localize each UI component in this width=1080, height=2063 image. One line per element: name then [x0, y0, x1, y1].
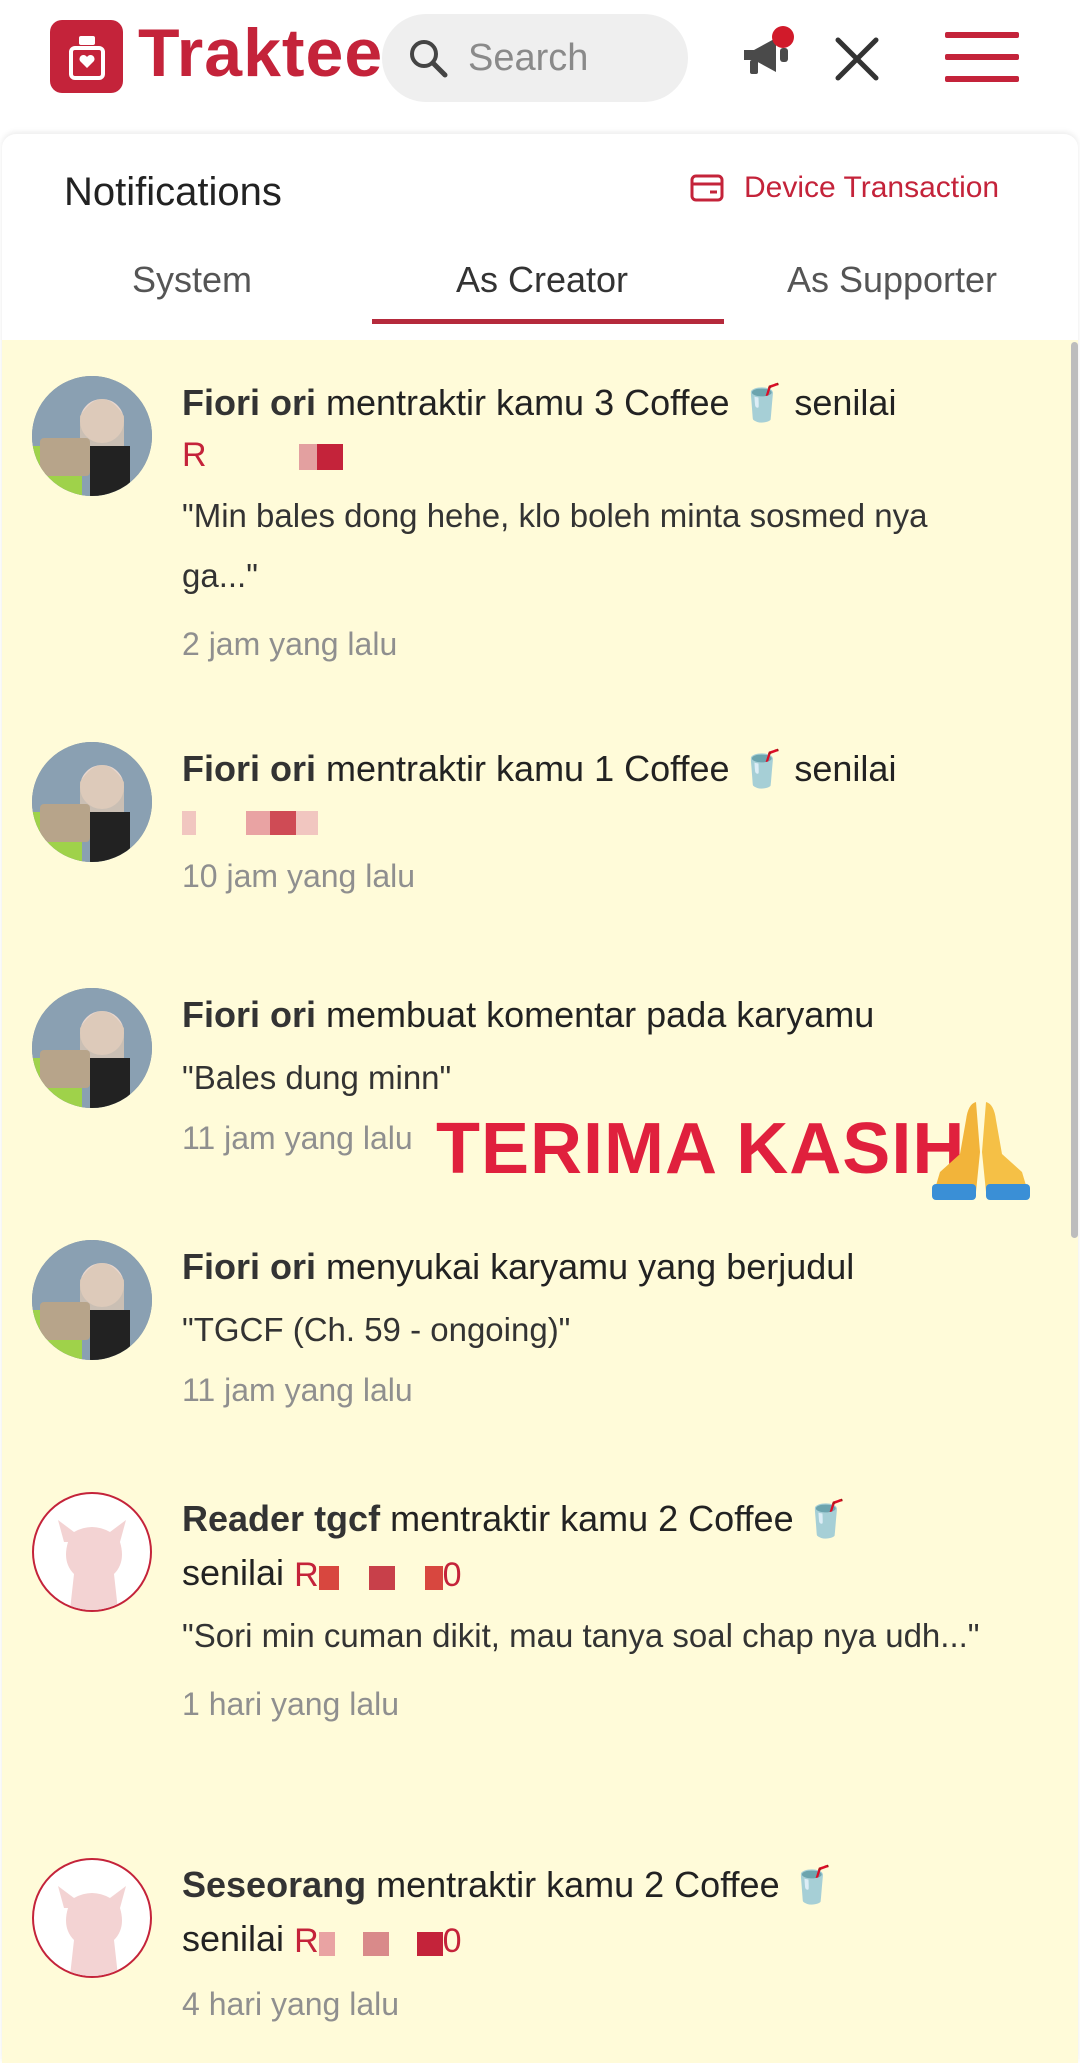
notification-badge	[772, 26, 794, 48]
user-name[interactable]: Reader tgcf	[182, 1498, 380, 1539]
amount-value: R0	[294, 1556, 462, 1595]
blurred-amount	[362, 1931, 389, 1956]
coffee-icon: 🥤	[739, 382, 785, 423]
menu-icon-bar	[945, 54, 1019, 60]
timestamp: 10 jam yang lalu	[182, 858, 416, 894]
page-title: Notifications	[64, 170, 282, 214]
coffee-icon: 🥤	[739, 748, 785, 789]
avatar[interactable]	[32, 1240, 152, 1360]
tab-system[interactable]: System	[14, 244, 370, 324]
tab-as-creator[interactable]: As Creator	[364, 244, 724, 324]
search-icon	[410, 40, 448, 78]
blurred-amount	[182, 811, 196, 836]
notification-action: membuat komentar pada karyamu	[326, 994, 875, 1035]
amount-value: R	[182, 430, 1022, 480]
menu-icon	[945, 32, 1019, 38]
notification-text: Fiori ori menyukai karyamu yang berjudul	[182, 1240, 1022, 1294]
avatar[interactable]	[32, 988, 152, 1108]
timestamp: 1 hari yang lalu	[182, 1686, 400, 1723]
notification-text: Fiori ori mentraktir kamu 1 Coffee 🥤 sen…	[182, 742, 1022, 796]
amount-value: R0	[294, 1922, 462, 1961]
notification-text: senilai R0	[182, 1546, 1022, 1600]
user-name[interactable]: Fiori ori	[182, 994, 316, 1035]
blurred-amount	[318, 1565, 339, 1590]
menu-icon-bar	[945, 76, 1019, 82]
amount-prefix: senilai	[182, 1918, 285, 1959]
avatar[interactable]	[32, 742, 152, 862]
notification-message: "Sori min cuman dikit, mau tanya soal ch…	[182, 1617, 980, 1655]
notification-action: mentraktir kamu 2 Coffee	[390, 1498, 794, 1539]
timestamp: 11 jam yang lalu	[182, 1372, 413, 1408]
avatar[interactable]	[32, 376, 152, 496]
notification-text: Seseorang mentraktir kamu 2 Coffee 🥤	[182, 1858, 1022, 1912]
scrollbar[interactable]	[1071, 342, 1078, 1238]
close-icon	[835, 37, 879, 81]
active-tab-indicator	[372, 319, 724, 324]
avatar[interactable]	[32, 1492, 152, 1612]
top-bar: Trakteer Search	[0, 0, 1080, 130]
timestamp: 2 jam yang lalu	[182, 626, 398, 662]
card-icon	[690, 174, 724, 202]
tab-label: As Supporter	[786, 259, 998, 300]
notification-list[interactable]: Fiori ori mentraktir kamu 3 Coffee 🥤 sen…	[2, 340, 1078, 2063]
coffee-icon: 🥤	[789, 1864, 835, 1905]
timestamp: 4 hari yang lalu	[182, 1986, 400, 2023]
blurred-amount	[316, 444, 343, 471]
close-button[interactable]	[826, 28, 888, 90]
coffee-icon: 🥤	[803, 1498, 849, 1539]
tab-as-supporter[interactable]: As Supporter	[714, 244, 1070, 324]
brand-wordmark[interactable]: Trakteer	[138, 14, 388, 92]
user-name[interactable]: Seseorang	[182, 1864, 366, 1905]
notification-text: Fiori ori mentraktir kamu 3 Coffee 🥤 sen…	[182, 376, 1022, 430]
amount-value	[182, 796, 1022, 846]
amount-prefix: senilai	[794, 382, 897, 423]
blurred-amount	[270, 811, 296, 836]
trakteer-logo-icon[interactable]	[50, 20, 123, 93]
tab-label: As Creator	[455, 259, 629, 300]
search-box[interactable]: Search	[382, 14, 688, 102]
blurred-amount	[368, 1565, 395, 1590]
blurred-amount	[298, 444, 317, 471]
tab-label: System	[131, 259, 253, 300]
notification-action: mentraktir kamu 3 Coffee	[326, 382, 730, 423]
folded-hands-icon	[926, 1092, 1036, 1207]
notification-message: "Min bales dong hehe, klo boleh minta so…	[182, 497, 928, 594]
blurred-amount	[246, 811, 270, 836]
device-transaction-label: Device Transaction	[744, 171, 1000, 204]
announcement-button[interactable]	[738, 26, 800, 86]
notification-action: mentraktir kamu 2 Coffee	[376, 1864, 780, 1905]
user-name[interactable]: Fiori ori	[182, 1246, 316, 1287]
tab-bar: System As Creator As Supporter	[2, 244, 1078, 324]
notification-action: menyukai karyamu yang berjudul	[326, 1246, 855, 1287]
blurred-amount	[424, 1565, 443, 1590]
notification-text: senilai R0	[182, 1912, 1022, 1966]
blurred-amount	[318, 1931, 335, 1956]
notification-message: "Bales dung minn"	[182, 1059, 452, 1096]
overlay-caption: TERIMA KASIH	[436, 1109, 966, 1189]
avatar[interactable]	[32, 1858, 152, 1978]
search-input[interactable]: Search	[468, 37, 588, 80]
blurred-amount	[296, 811, 318, 836]
notification-text: Reader tgcf mentraktir kamu 2 Coffee 🥤	[182, 1492, 1022, 1546]
amount-prefix: senilai	[794, 748, 897, 789]
user-name[interactable]: Fiori ori	[182, 748, 316, 789]
notification-text: Fiori ori membuat komentar pada karyamu	[182, 988, 1022, 1042]
amount-prefix: senilai	[182, 1552, 285, 1593]
user-name[interactable]: Fiori ori	[182, 382, 316, 423]
device-transaction-link[interactable]: Device Transaction	[690, 166, 999, 210]
notification-message: "TGCF (Ch. 59 - ongoing)"	[182, 1311, 571, 1348]
blurred-amount	[416, 1931, 443, 1956]
menu-button[interactable]	[940, 26, 1020, 88]
notification-action: mentraktir kamu 1 Coffee	[326, 748, 730, 789]
